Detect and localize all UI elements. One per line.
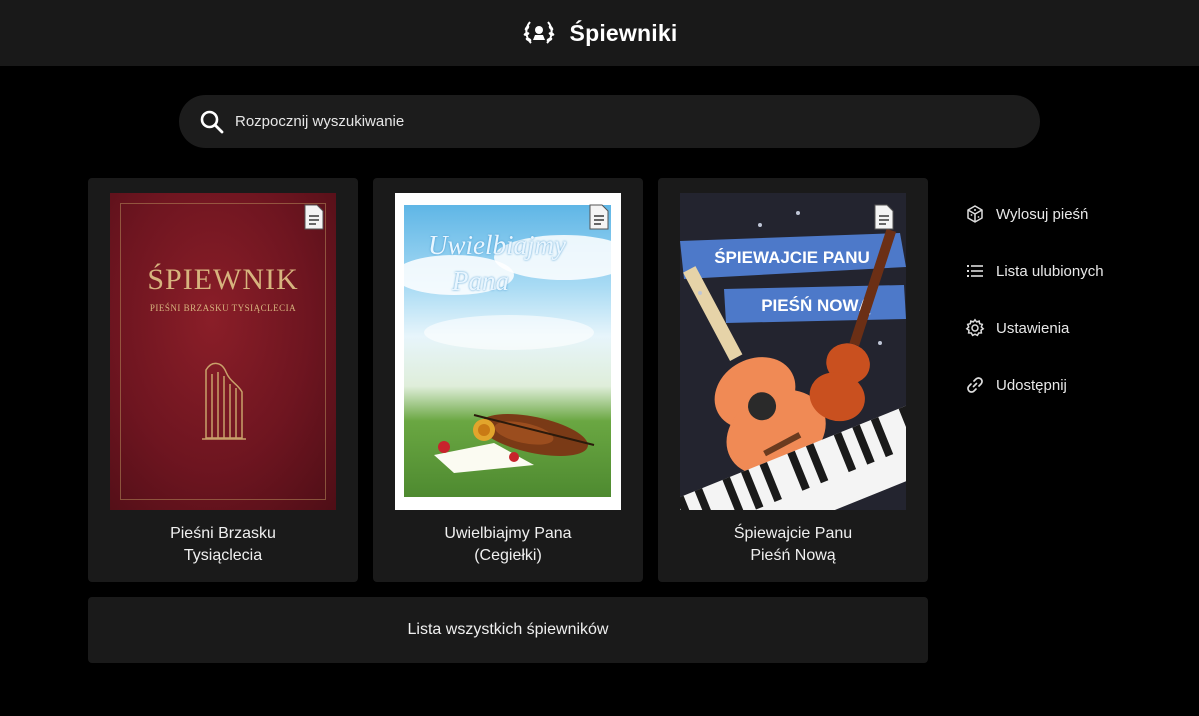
sidebar-item-share[interactable]: Udostępnij [965, 371, 1104, 399]
book-cover-image[interactable]: ŚPIEWAJCIE PANU PIEŚŃ NOWĄ [680, 193, 906, 510]
songbook-title-line2: Tysiąclecia [183, 547, 263, 564]
cover-banner-text-1: ŚPIEWAJCIE PANU [714, 248, 870, 267]
cover-artwork: Uwielbiajmy Pana [404, 205, 611, 497]
cover-artwork: ŚPIEWAJCIE PANU PIEŚŃ NOWĄ [680, 193, 906, 510]
songbook-card-spiewajcie-panu[interactable]: ŚPIEWAJCIE PANU PIEŚŃ NOWĄ Śpiewajcie Pa… [658, 178, 928, 582]
search-input[interactable] [235, 113, 1015, 130]
songbook-title-line1: Uwielbiajmy Pana [444, 525, 572, 542]
songbook-title[interactable]: Śpiewajcie Panu Pieśń Nową [658, 523, 928, 567]
harp-icon [202, 362, 246, 440]
cover-script-title: Uwielbiajmy Pana [428, 230, 566, 296]
sidebar-item-favorites[interactable]: Lista ulubionych [965, 257, 1104, 285]
all-songbooks-button[interactable]: Lista wszystkich śpiewników [88, 597, 928, 663]
app-title: Śpiewniki [569, 19, 678, 46]
sidebar-item-random-song[interactable]: Wylosuj pieśń [965, 200, 1104, 228]
list-icon [967, 265, 983, 277]
document-icon[interactable] [587, 203, 611, 231]
link-icon [967, 377, 983, 393]
sidebar-item-label: Udostępnij [996, 376, 1067, 394]
songbook-title[interactable]: Pieśni Brzasku Tysiąclecia [88, 523, 358, 567]
search-bar[interactable] [179, 95, 1040, 148]
sidebar-item-settings[interactable]: Ustawienia [965, 314, 1104, 342]
songbook-card-uwielbiajmy-pana[interactable]: Uwielbiajmy Pana Uwielbiajmy Pana (Cegie… [373, 178, 643, 582]
cover-subtitle-text: PIEŚNI BRZASKU TYSIĄCLECIA [149, 303, 297, 313]
songbook-title-line1: Śpiewajcie Panu [733, 525, 853, 542]
search-icon[interactable] [199, 109, 225, 135]
sidebar-item-label: Lista ulubionych [996, 262, 1104, 280]
gear-icon [965, 318, 985, 337]
cover-banner-text-2: PIEŚŃ NOWĄ [761, 296, 871, 315]
songbook-title-line1: Pieśni Brzasku [170, 525, 276, 542]
songbook-title[interactable]: Uwielbiajmy Pana (Cegiełki) [373, 523, 643, 567]
book-cover-image[interactable]: Uwielbiajmy Pana [395, 193, 621, 510]
dice-icon [967, 205, 983, 223]
book-cover-image[interactable]: ŚPIEWNIK PIEŚNI BRZASKU TYSIĄCLECIA [110, 193, 336, 510]
songbook-title-line2: Pieśń Nową [750, 547, 836, 564]
document-icon[interactable] [872, 203, 896, 231]
cover-frame [120, 203, 326, 500]
top-bar: Śpiewniki [0, 0, 1199, 66]
laurel-wreath-logo-icon[interactable] [522, 16, 556, 50]
sidebar-item-label: Ustawienia [996, 319, 1070, 337]
sidebar-item-label: Wylosuj pieśń [996, 205, 1089, 223]
cover-title-text: ŚPIEWNIK [147, 263, 299, 296]
songbook-card-spiewnik-pbt[interactable]: ŚPIEWNIK PIEŚNI BRZASKU TYSIĄCLECIA Pieś… [88, 178, 358, 582]
document-icon[interactable] [302, 203, 326, 231]
sidebar-menu: Wylosuj pieśń Lista ulubionych Ustawieni… [965, 200, 1104, 428]
songbook-title-line2: (Cegiełki) [474, 547, 542, 564]
violin-flowers-illustration [434, 414, 595, 473]
